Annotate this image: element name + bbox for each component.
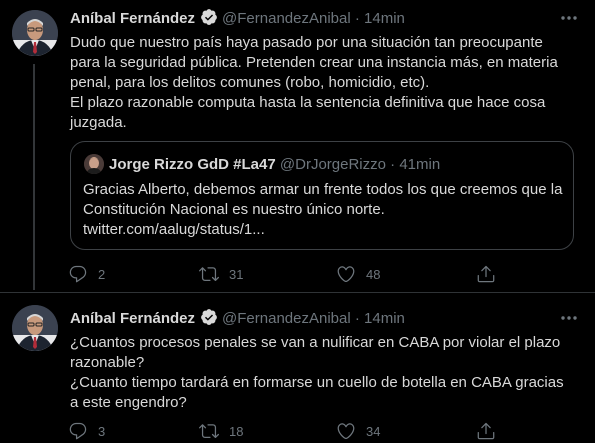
quoted-link[interactable]: twitter.com/aalug/status/1... [83, 220, 563, 240]
quoted-paragraph: Gracias Alberto, debemos armar un frente… [83, 181, 563, 218]
share-button[interactable] [476, 421, 496, 441]
reply-count: 3 [98, 424, 106, 439]
avatar[interactable] [12, 10, 58, 56]
verified-badge-icon [200, 308, 218, 332]
action-bar: 2 31 48 [68, 264, 498, 284]
tweet[interactable]: Aníbal Fernández @FernandezAnibal · 14min… [0, 0, 595, 293]
share-icon [477, 265, 495, 283]
retweet-count: 31 [229, 267, 244, 282]
verified-badge-icon [200, 8, 218, 32]
separator-dot: · [390, 156, 396, 173]
quoted-author-handle[interactable]: @DrJorgeRizzo [280, 156, 386, 173]
tweet-text: ¿Cuantos procesos penales se van a nulif… [70, 333, 575, 413]
like-button[interactable]: 48 [336, 264, 396, 284]
more-options-icon[interactable] [559, 8, 579, 28]
author-handle[interactable]: @FernandezAnibal [222, 10, 351, 27]
quoted-header: Jorge Rizzo GdD #La47 @DrJorgeRizzo · 41… [109, 155, 440, 175]
separator-dot: · [354, 310, 360, 327]
author-handle[interactable]: @FernandezAnibal [222, 310, 351, 327]
reply-icon [69, 265, 87, 283]
author-name[interactable]: Aníbal Fernández [70, 10, 195, 27]
quoted-author-name[interactable]: Jorge Rizzo GdD #La47 [109, 156, 276, 173]
separator-dot: · [354, 10, 360, 27]
like-count: 34 [366, 424, 381, 439]
reply-icon [69, 422, 87, 440]
reply-count: 2 [98, 267, 106, 282]
retweet-icon [199, 267, 219, 282]
share-icon [477, 422, 495, 440]
like-count: 48 [366, 267, 381, 282]
tweet-paragraph: Dudo que nuestro país haya pasado por un… [70, 34, 558, 91]
action-bar: 3 18 34 [68, 421, 498, 441]
timestamp[interactable]: 14min [364, 310, 405, 327]
tweet[interactable]: Aníbal Fernández @FernandezAnibal · 14min… [0, 293, 595, 443]
heart-icon [337, 266, 355, 283]
tweet-header: Aníbal Fernández @FernandezAnibal · 14min [70, 8, 405, 28]
tweet-paragraph: ¿Cuanto tiempo tardará en formarse un cu… [70, 374, 564, 411]
reply-button[interactable]: 2 [68, 264, 128, 284]
avatar[interactable] [12, 305, 58, 351]
tweet-text: Dudo que nuestro país haya pasado por un… [70, 33, 575, 133]
retweet-icon [199, 424, 219, 439]
heart-icon [337, 423, 355, 440]
tweet-header: Aníbal Fernández @FernandezAnibal · 14min [70, 308, 405, 328]
quoted-tweet[interactable]: Jorge Rizzo GdD #La47 @DrJorgeRizzo · 41… [70, 141, 574, 250]
share-button[interactable] [476, 264, 496, 284]
quoted-text: Gracias Alberto, debemos armar un frente… [83, 180, 563, 240]
tweet-paragraph: ¿Cuantos procesos penales se van a nulif… [70, 334, 561, 371]
timestamp[interactable]: 14min [364, 10, 405, 27]
quoted-timestamp[interactable]: 41min [399, 156, 440, 173]
retweet-button[interactable]: 31 [199, 264, 259, 284]
author-name[interactable]: Aníbal Fernández [70, 310, 195, 327]
thread-line [33, 64, 35, 290]
more-options-icon[interactable] [559, 308, 579, 328]
reply-button[interactable]: 3 [68, 421, 128, 441]
like-button[interactable]: 34 [336, 421, 396, 441]
tweet-paragraph: El plazo razonable computa hasta la sent… [70, 94, 546, 131]
quoted-avatar[interactable] [84, 154, 104, 174]
retweet-button[interactable]: 18 [199, 421, 259, 441]
retweet-count: 18 [229, 424, 244, 439]
